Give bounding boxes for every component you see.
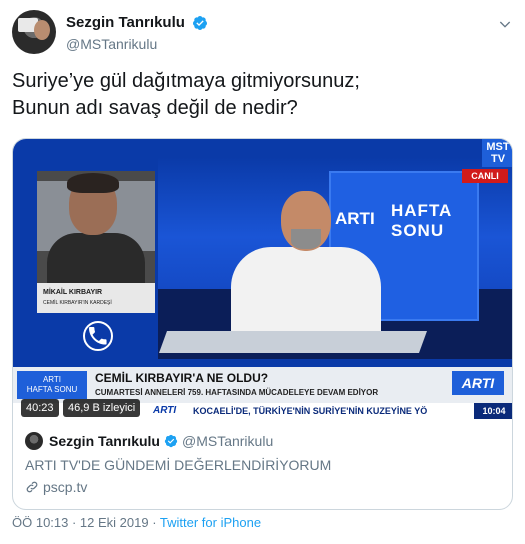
author-name-block[interactable]: Sezgin Tanrıkulu @MSTanrikulu <box>66 14 208 52</box>
arti-logo: ARTI <box>452 371 504 395</box>
tweet-text: Suriye’ye gül dağıtmaya gitmiyorsunuz; B… <box>12 68 513 122</box>
program-badge: ARTI HAFTA SONU <box>17 371 87 399</box>
verified-badge-icon <box>193 15 208 30</box>
channel-logo: MST TV <box>482 139 512 167</box>
periscope-card[interactable]: ARTI HAFTA SONU MİKAİL KIRBAYIR CEMİL KI… <box>12 138 513 510</box>
phone-glyph-icon <box>89 327 107 345</box>
card-avatar <box>25 432 43 450</box>
card-author-handle: @MSTanrikulu <box>181 433 274 449</box>
tweet-timestamp[interactable]: ÖÖ 10:13 · 12 Eki 2019 · <box>12 515 160 530</box>
live-badge: CANLI <box>462 169 508 183</box>
author-handle[interactable]: @MSTanrikulu <box>66 36 208 52</box>
avatar-face-image <box>34 20 50 40</box>
show-name-line-2: SONU <box>391 221 445 240</box>
card-author-row: Sezgin Tanrıkulu @MSTanrikulu <box>25 431 502 451</box>
ticker-clock: 10:04 <box>474 403 512 419</box>
lower-third: ARTI HAFTA SONU CEMİL KIRBAYIR'A NE OLDU… <box>13 367 512 403</box>
phone-area <box>37 313 155 363</box>
card-link-text[interactable]: pscp.tv <box>43 479 87 495</box>
author-display-name[interactable]: Sezgin Tanrıkulu <box>66 14 185 31</box>
ticker-logo: ARTI <box>153 405 177 416</box>
headline: CEMİL KIRBAYIR'A NE OLDU? <box>95 371 269 385</box>
card-author-name: Sezgin Tanrıkulu <box>49 433 160 449</box>
ticker-text: KOCAELİ'DE, TÜRKİYE'NİN SURİYE'NİN KUZEY… <box>193 406 428 416</box>
subheadline: CUMARTESİ ANNELERİ 759. HAFTASINDA MÜCAD… <box>95 388 379 397</box>
program-badge-line-2: HAFTA SONU <box>26 385 78 394</box>
card-link[interactable]: pscp.tv <box>25 479 502 495</box>
tweet-line-1: Suriye’ye gül dağıtmaya gitmiyorsunuz; <box>12 70 360 92</box>
guest-title: CEMİL KIRBAYIR'IN KARDEŞİ <box>43 300 112 306</box>
view-count: 46,9 B izleyici <box>63 399 141 417</box>
verified-badge-icon <box>164 434 178 448</box>
guest-caption: MİKAİL KIRBAYIR CEMİL KIRBAYIR'IN KARDEŞ… <box>37 283 155 313</box>
video-duration: 40:23 <box>21 399 59 417</box>
chevron-down-icon[interactable] <box>497 16 513 32</box>
studio-desk <box>158 331 428 353</box>
program-badge-line-1: ARTI <box>42 375 62 384</box>
video-player[interactable]: ARTI HAFTA SONU MİKAİL KIRBAYIR CEMİL KI… <box>13 139 512 419</box>
presenter-figure <box>223 191 393 351</box>
link-icon <box>26 481 38 493</box>
presenter-beard <box>291 229 321 249</box>
tweet-footer: ÖÖ 10:13 · 12 Eki 2019 · Twitter for iPh… <box>12 515 261 530</box>
phone-icon <box>83 321 113 351</box>
tweet-line-2: Bunun adı savaş değil de nedir? <box>12 97 298 119</box>
tweet-source-link[interactable]: Twitter for iPhone <box>160 515 261 530</box>
tweet-header: Sezgin Tanrıkulu @MSTanrikulu <box>12 10 513 58</box>
guest-name: MİKAİL KIRBAYIR <box>43 289 103 296</box>
card-description: ARTI TV'DE GÜNDEMİ DEĞERLENDİRİYORUM <box>25 457 332 473</box>
show-name: HAFTA SONU <box>391 201 452 241</box>
guest-hair <box>67 173 119 193</box>
show-name-line-1: HAFTA <box>391 201 453 220</box>
avatar[interactable] <box>12 10 56 54</box>
card-meta[interactable]: Sezgin Tanrıkulu @MSTanrikulu ARTI TV'DE… <box>13 419 512 509</box>
